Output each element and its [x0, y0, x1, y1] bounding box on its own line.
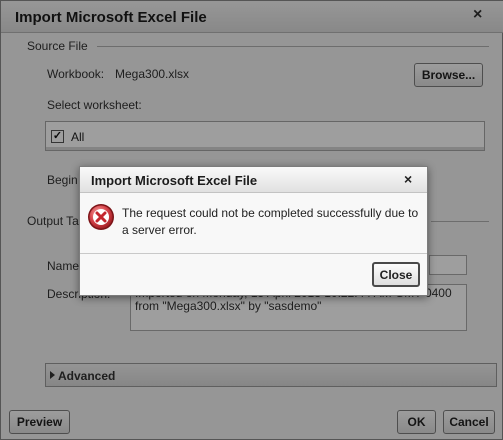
error-x-circle-icon [88, 204, 114, 230]
error-message: The request could not be completed succe… [122, 206, 419, 237]
error-dialog-title: Import Microsoft Excel File [91, 173, 258, 188]
close-icon[interactable]: × [404, 171, 412, 187]
dialog-divider [80, 253, 427, 254]
error-dialog: Import Microsoft Excel File × The reques… [79, 166, 428, 296]
error-dialog-titlebar[interactable]: Import Microsoft Excel File × [80, 167, 427, 193]
close-button[interactable]: Close [372, 262, 420, 287]
